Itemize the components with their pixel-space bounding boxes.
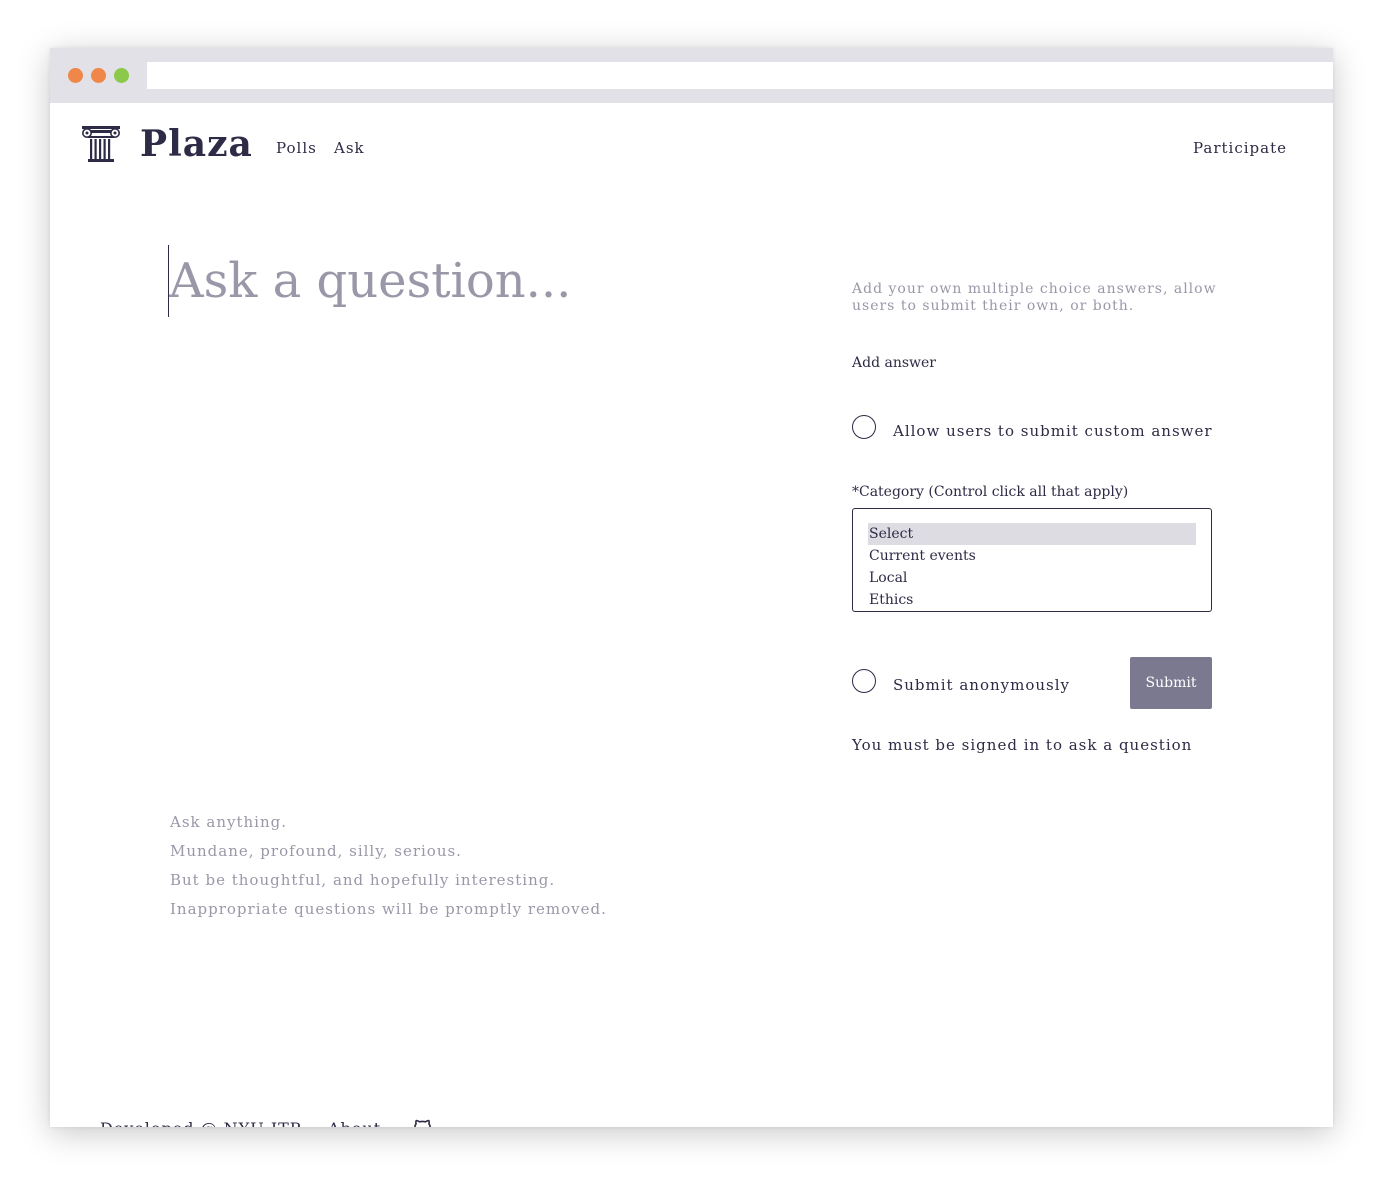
category-option-ethics[interactable]: Ethics xyxy=(868,589,1196,611)
guideline-line: Inappropriate questions will be promptly… xyxy=(170,900,607,918)
brand-title[interactable]: Plaza xyxy=(140,123,253,165)
guideline-line: Ask anything. xyxy=(170,813,287,831)
guidelines: Ask anything. Mundane, profound, silly, … xyxy=(170,808,607,924)
add-answer-link[interactable]: Add answer xyxy=(852,355,936,371)
category-option-local[interactable]: Local xyxy=(868,567,1196,589)
footer-developed[interactable]: Developed @ NYU ITP xyxy=(100,1119,302,1127)
category-label: *Category (Control click all that apply) xyxy=(852,484,1129,500)
nav-ask[interactable]: Ask xyxy=(334,139,365,157)
custom-answer-radio[interactable] xyxy=(852,415,876,439)
browser-window: Plaza Polls Ask Participate Ask anything… xyxy=(50,48,1333,1127)
category-multiselect[interactable]: Select Current events Local Ethics xyxy=(852,508,1212,612)
guideline-line: Mundane, profound, silly, serious. xyxy=(170,842,462,860)
question-input[interactable] xyxy=(168,245,731,317)
signin-notice: You must be signed in to ask a question xyxy=(852,736,1193,754)
category-option-select[interactable]: Select xyxy=(868,523,1196,545)
nav-participate[interactable]: Participate xyxy=(1193,139,1287,157)
anonymous-radio[interactable] xyxy=(852,669,876,693)
column-icon[interactable] xyxy=(80,125,122,163)
category-option-current-events[interactable]: Current events xyxy=(868,545,1196,567)
close-window-dot[interactable] xyxy=(68,68,83,83)
custom-answer-label[interactable]: Allow users to submit custom answer xyxy=(893,422,1213,440)
guideline-line: But be thoughtful, and hopefully interes… xyxy=(170,871,556,889)
answers-hint: Add your own multiple choice answers, al… xyxy=(852,281,1217,314)
github-icon[interactable] xyxy=(411,1118,435,1127)
browser-chrome xyxy=(50,48,1333,103)
page: Plaza Polls Ask Participate Ask anything… xyxy=(50,103,1333,1127)
address-bar[interactable] xyxy=(147,62,1333,89)
nav-polls[interactable]: Polls xyxy=(276,139,317,157)
anonymous-label[interactable]: Submit anonymously xyxy=(893,676,1070,694)
minimize-window-dot[interactable] xyxy=(91,68,106,83)
submit-button[interactable]: Submit xyxy=(1130,657,1212,709)
footer-about-link[interactable]: About xyxy=(328,1119,381,1127)
maximize-window-dot[interactable] xyxy=(114,68,129,83)
